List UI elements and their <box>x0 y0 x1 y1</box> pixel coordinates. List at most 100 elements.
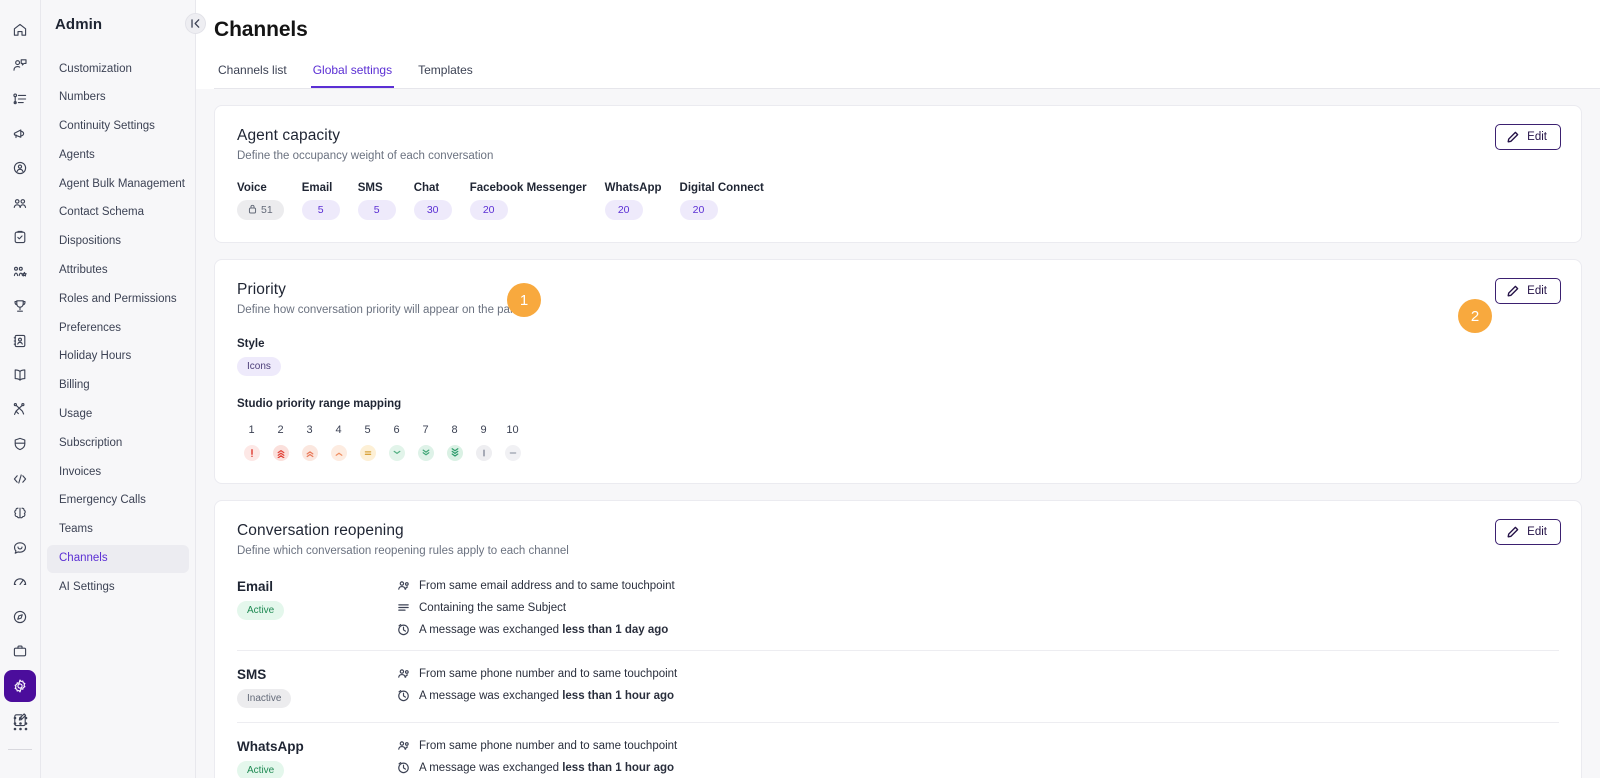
conversation-reopening-card: Conversation reopening Define which conv… <box>214 500 1582 778</box>
priority-edit-label: Edit <box>1527 285 1547 297</box>
sidebar-item-attributes[interactable]: Attributes <box>47 257 189 286</box>
conversation-reopening-edit-button[interactable]: Edit <box>1495 519 1561 545</box>
users-group-icon[interactable] <box>4 187 36 219</box>
status-badge: Inactive <box>237 689 292 708</box>
campaign-megaphone-icon[interactable] <box>4 118 36 150</box>
reopening-rule-text: From same phone number and to same touch… <box>419 668 677 680</box>
sidebar-item-agents[interactable]: Agents <box>47 141 189 170</box>
priority-icon-cell <box>353 445 382 461</box>
admin-sidebar: Admin Customization Numbers Continuity Set… <box>41 0 206 778</box>
priority-down-double-icon <box>417 445 434 461</box>
capacity-value-pill: 51 <box>237 200 284 220</box>
rule-text-plain: A message was exchanged <box>419 761 563 774</box>
collapse-panel-icon[interactable] <box>185 13 206 34</box>
code-brackets-icon[interactable] <box>4 463 36 495</box>
org-chart-star-icon[interactable] <box>4 256 36 288</box>
capacity-value-pill: 20 <box>679 200 718 220</box>
briefcase-icon[interactable] <box>4 635 36 667</box>
shield-icon[interactable] <box>4 428 36 460</box>
routing-flow-icon[interactable] <box>4 394 36 426</box>
sidebar-item-continuity-settings[interactable]: Continuity Settings <box>47 113 189 142</box>
settings-scroll-area[interactable]: Agent capacity Define the occupancy weig… <box>196 89 1600 778</box>
sidebar-item-emergency-calls[interactable]: Emergency Calls <box>47 487 189 516</box>
sidebar-item-invoices[interactable]: Invoices <box>47 458 189 487</box>
dashboard-gauge-icon[interactable] <box>4 566 36 598</box>
reopening-rule-text: From same email address and to same touc… <box>419 580 675 592</box>
priority-icon-cell <box>469 445 498 461</box>
queue-list-icon[interactable] <box>4 83 36 115</box>
sidebar-item-channels[interactable]: Channels <box>47 544 189 574</box>
priority-level-number: 4 <box>335 424 342 436</box>
sidebar-item-dispositions[interactable]: Dispositions <box>47 228 189 257</box>
home-icon[interactable] <box>4 14 36 46</box>
clock-icon <box>397 689 410 702</box>
apps-grid-icon[interactable] <box>4 708 36 740</box>
capacity-value: 5 <box>373 204 380 216</box>
clock-icon <box>397 761 410 774</box>
chat-bubble-icon[interactable] <box>4 532 36 564</box>
priority-icon-cell <box>295 445 324 461</box>
priority-card: Priority Define how conversation priorit… <box>214 259 1582 484</box>
sidebar-item-roles-and-permissions[interactable]: Roles and Permissions <box>47 285 189 314</box>
priority-mapping-label: Studio priority range mapping <box>237 398 402 410</box>
contact-card-icon[interactable] <box>4 325 36 357</box>
priority-level-number: 2 <box>277 424 284 436</box>
reopening-channel-cell: Email Active <box>237 579 397 636</box>
agent-capacity-edit-button[interactable]: Edit <box>1495 124 1561 150</box>
agent-status-icon[interactable] <box>4 152 36 184</box>
reopening-rule: Containing the same Subject <box>397 601 1017 614</box>
reopening-channel-cell: WhatsApp Active <box>237 739 397 778</box>
reopening-channel-name: Email <box>237 579 274 594</box>
capacity-channel: Facebook Messenger 20 <box>469 182 587 220</box>
priority-icon-cell <box>498 445 527 461</box>
capacity-channel: WhatsApp 20 <box>604 182 662 220</box>
conversation-reopening-subtitle: Define which conversation reopening rule… <box>237 545 569 557</box>
sidebar-item-billing[interactable]: Billing <box>47 372 189 401</box>
rule-text-plain: From same email address and to same touc… <box>419 579 675 592</box>
priority-edit-button[interactable]: Edit <box>1495 278 1561 304</box>
people-icon <box>397 579 410 592</box>
conversation-reopening-title: Conversation reopening <box>237 522 404 539</box>
ai-brain-icon[interactable] <box>4 497 36 529</box>
reopening-rule-text: From same phone number and to same touch… <box>419 740 677 752</box>
sidebar-item-subscription[interactable]: Subscription <box>47 429 189 458</box>
sidebar-item-ai-settings[interactable]: AI Settings <box>47 573 189 602</box>
clipboard-check-icon[interactable] <box>4 221 36 253</box>
reopening-rule: From same email address and to same touc… <box>397 579 1017 592</box>
sidebar-item-usage[interactable]: Usage <box>47 401 189 430</box>
reopening-rule-text: Containing the same Subject <box>419 602 566 614</box>
sidebar-item-contact-schema[interactable]: Contact Schema <box>47 199 189 228</box>
tab-global-settings[interactable]: Global settings <box>310 63 395 88</box>
tab-templates[interactable]: Templates <box>416 63 475 88</box>
priority-subtitle: Define how conversation priority will ap… <box>237 304 526 316</box>
gear-icon[interactable] <box>4 669 36 702</box>
sidebar-item-holiday-hours[interactable]: Holiday Hours <box>47 343 189 372</box>
reopening-rule-text: A message was exchanged less than 1 hour… <box>419 762 674 774</box>
rule-text-plain: From same phone number and to same touch… <box>419 667 678 680</box>
sidebar-item-agent-bulk-management[interactable]: Agent Bulk Management <box>47 170 189 199</box>
reopening-rule: A message was exchanged less than 1 hour… <box>397 689 1017 702</box>
agent-assist-icon[interactable] <box>4 49 36 81</box>
book-open-icon[interactable] <box>4 359 36 391</box>
sidebar-item-list: Customization Numbers Continuity Settings A… <box>41 55 195 602</box>
capacity-value-pill: 20 <box>469 200 508 220</box>
compass-icon[interactable] <box>4 601 36 633</box>
agent-capacity-title: Agent capacity <box>237 127 341 144</box>
trophy-icon[interactable] <box>4 290 36 322</box>
annotation-marker-1: 1 <box>507 283 541 317</box>
capacity-value: 20 <box>692 204 705 216</box>
main-content: Channels Channels list Global settings Tem… <box>196 0 1600 778</box>
rule-text-plain: Containing the same Subject <box>419 601 567 614</box>
sidebar-item-preferences[interactable]: Preferences <box>47 314 189 343</box>
capacity-value: 51 <box>261 204 273 216</box>
reopening-rule-rows: Email Active From same email address and t… <box>237 557 1559 778</box>
reopening-rules-cell: From same phone number and to same touch… <box>397 667 1017 708</box>
capacity-channel-label: Voice <box>237 182 267 194</box>
sidebar-item-numbers[interactable]: Numbers <box>47 84 189 113</box>
reopening-rule-text: A message was exchanged less than 1 day … <box>419 624 668 636</box>
sidebar-item-customization[interactable]: Customization <box>47 55 189 84</box>
capacity-channel-label: SMS <box>357 182 383 194</box>
tab-channels-list[interactable]: Channels list <box>216 63 289 88</box>
clock-icon <box>397 623 410 636</box>
sidebar-item-teams[interactable]: Teams <box>47 516 189 545</box>
